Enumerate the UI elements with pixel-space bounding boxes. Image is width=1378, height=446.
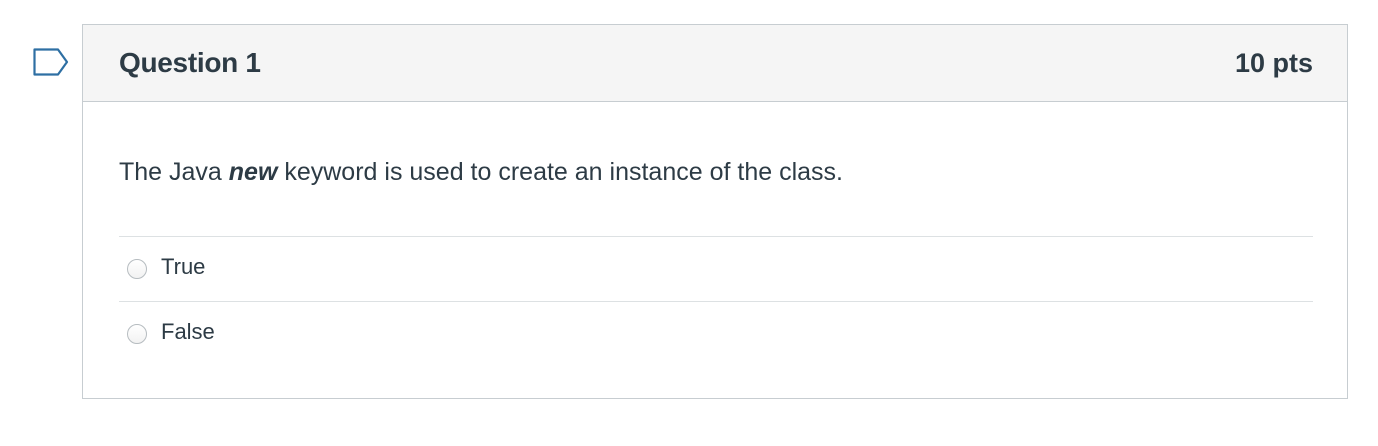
- answer-option-true[interactable]: True: [119, 236, 1313, 301]
- question-text-before: The Java: [119, 158, 229, 186]
- question-title: Question 1: [119, 47, 261, 78]
- question-body: The Java new keyword is used to create a…: [119, 102, 1313, 398]
- flag-question-icon[interactable]: [33, 48, 69, 76]
- question-points: 10 pts: [1234, 48, 1313, 78]
- question-text-keyword: new: [228, 158, 278, 186]
- radio-button[interactable]: [127, 259, 147, 279]
- question-text: The Java new keyword is used to create a…: [119, 158, 843, 187]
- question-header: Question 1 10 pts: [83, 25, 1347, 102]
- question-card: Question 1 10 pts The Java new keyword i…: [82, 24, 1348, 399]
- answer-option-false[interactable]: False: [119, 301, 1313, 366]
- answer-list: True False: [119, 236, 1313, 366]
- radio-button[interactable]: [127, 324, 147, 344]
- question-text-after: keyword is used to create an instance of…: [277, 158, 843, 186]
- answer-label[interactable]: True: [161, 254, 205, 280]
- answer-label[interactable]: False: [161, 319, 215, 345]
